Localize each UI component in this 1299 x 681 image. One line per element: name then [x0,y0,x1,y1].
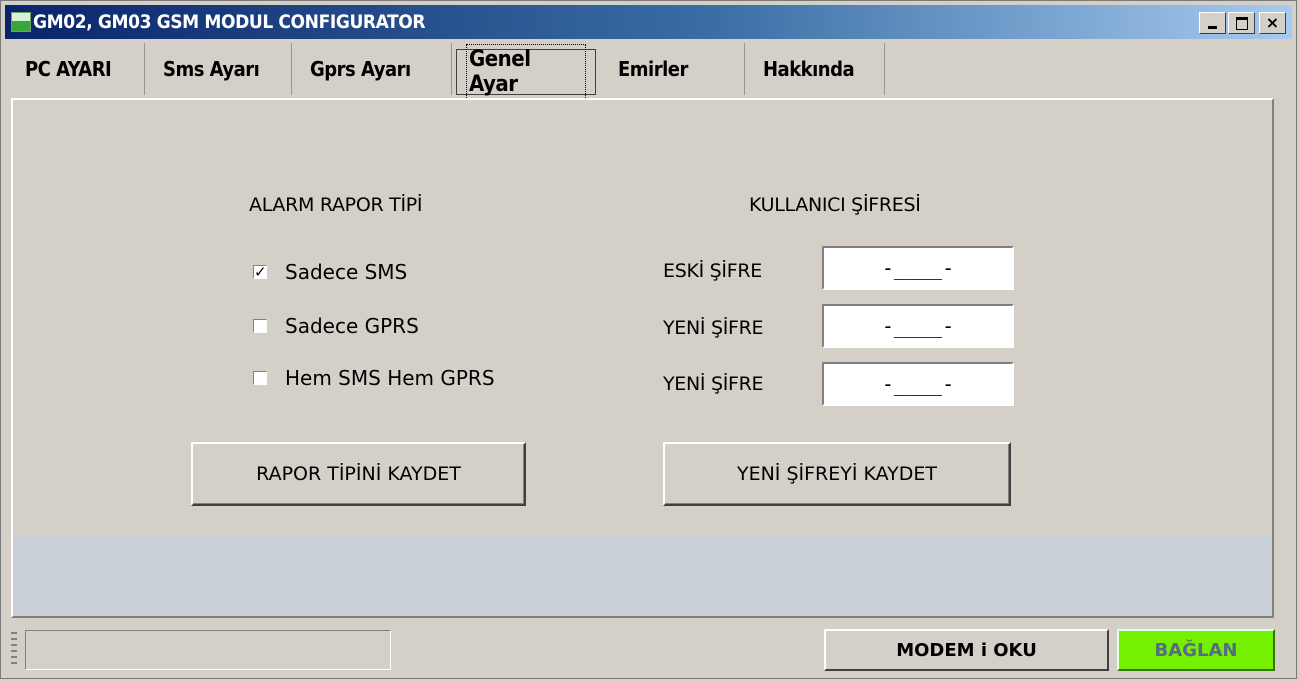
grip-handle-icon[interactable] [11,632,17,668]
checkbox-sadece-sms[interactable]: ✓ Sadece SMS [253,260,407,284]
panel-lower-area [13,535,1272,616]
tab-label: Gprs Ayarı [310,57,411,81]
window-title: GM02, GM03 GSM MODUL CONFIGURATOR [33,11,426,33]
tab-label: Genel Ayar [466,44,586,100]
checkbox-label: Hem SMS Hem GPRS [285,366,495,390]
status-bar: MODEM i OKU BAĞLAN [5,624,1294,676]
yeni-sifre-tekrar-label: YENİ ŞİFRE [663,373,764,395]
alarm-rapor-title: ALARM RAPOR TİPİ [249,194,423,216]
tab-label: Hakkında [763,57,855,81]
status-text-field [25,630,391,670]
checkbox-label: Sadece GPRS [285,314,419,338]
kullanici-sifresi-title: KULLANICI ŞİFRESİ [749,194,921,216]
eski-sifre-input[interactable]: -____- [822,246,1014,290]
baglan-button[interactable]: BAĞLAN [1117,629,1275,671]
tab-gprs-ayari[interactable]: Gprs Ayarı [292,43,452,95]
tab-hakkinda[interactable]: Hakkında [745,43,885,95]
tab-sms-ayari[interactable]: Sms Ayarı [145,43,292,95]
checkbox-box[interactable]: ✓ [253,265,267,280]
window-controls: × [1199,12,1286,34]
app-window: GM02, GM03 GSM MODUL CONFIGURATOR × PC A… [0,0,1297,679]
yeni-sifre-label: YENİ ŞİFRE [663,317,764,339]
app-icon [11,12,31,32]
rapor-tipini-kaydet-button[interactable]: RAPOR TİPİNİ KAYDET [191,442,526,506]
genel-ayar-panel: ALARM RAPOR TİPİ ✓ Sadece SMS Sadece GPR… [11,98,1274,618]
yeni-sifre-tekrar-input[interactable]: -____- [822,362,1014,406]
tab-pc-ayari[interactable]: PC AYARI [11,43,145,95]
yeni-sifre-input[interactable]: -____- [822,304,1014,348]
tab-label: Sms Ayarı [163,57,260,81]
checkbox-sadece-gprs[interactable]: Sadece GPRS [253,314,419,338]
tab-label: Emirler [618,57,688,81]
minimize-button[interactable] [1199,12,1226,34]
tab-emirler[interactable]: Emirler [600,43,745,95]
yeni-sifreyi-kaydet-button[interactable]: YENİ ŞİFREYİ KAYDET [663,442,1011,506]
tab-label: PC AYARI [25,57,112,81]
checkbox-label: Sadece SMS [285,260,408,284]
title-bar[interactable]: GM02, GM03 GSM MODUL CONFIGURATOR × [5,5,1292,39]
tab-strip: PC AYARI Sms Ayarı Gprs Ayarı Genel Ayar… [11,43,885,100]
modem-oku-button[interactable]: MODEM i OKU [824,629,1109,671]
eski-sifre-label: ESKİ ŞİFRE [663,260,762,282]
checkbox-box[interactable] [253,319,267,333]
checkbox-hem-sms-hem-gprs[interactable]: Hem SMS Hem GPRS [253,366,495,390]
checkbox-box[interactable] [253,371,267,385]
maximize-button[interactable] [1228,12,1255,34]
tab-genel-ayar[interactable]: Genel Ayar [456,44,596,100]
close-button[interactable]: × [1259,12,1286,34]
